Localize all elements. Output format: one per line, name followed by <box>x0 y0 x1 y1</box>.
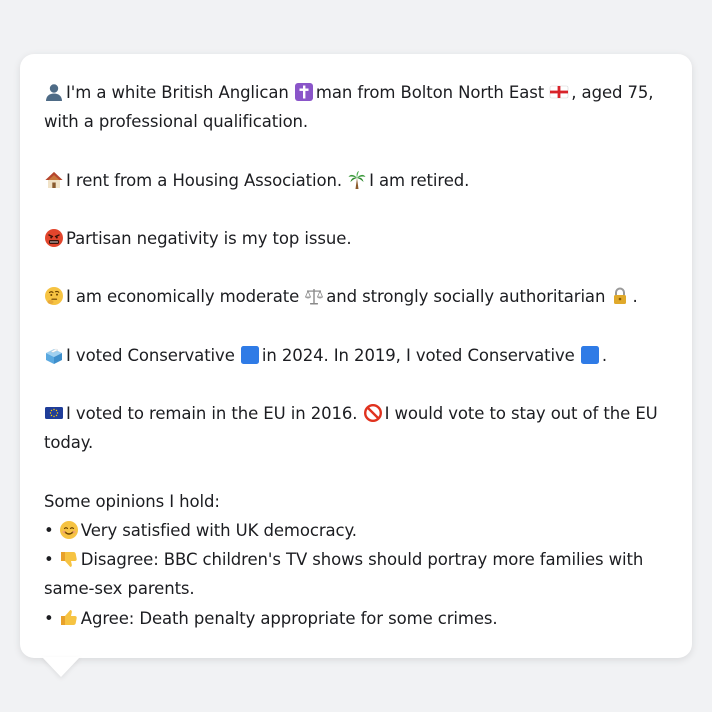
opinion-text-continued: same-sex parents. <box>44 579 195 599</box>
vote-end: . <box>601 345 608 365</box>
bust-silhouette-icon <box>44 82 64 102</box>
prohibited-icon <box>363 403 383 423</box>
opinion-text: Disagree: BBC children's TV shows should… <box>80 550 644 570</box>
bullet: • <box>44 608 54 628</box>
identity-text-before: I'm a white British Anglican <box>66 83 289 102</box>
thinking-face-icon <box>44 286 64 306</box>
eu-paragraph: I voted to remain in the EU in 2016. I w… <box>44 399 668 457</box>
opinions-heading: Some opinions I hold: <box>44 491 220 511</box>
opinion-text: Very satisfied with UK democracy. <box>80 520 357 540</box>
padlock-icon <box>610 286 630 306</box>
list-item: • Disagree: BBC children's TV shows shou… <box>44 545 668 603</box>
england-flag-icon <box>549 82 569 102</box>
housing-text2: I am retired. <box>369 170 470 190</box>
eu-line2: today. <box>44 433 94 453</box>
housing-paragraph: I rent from a Housing Association. I am … <box>44 166 668 195</box>
angry-face-icon <box>44 228 64 248</box>
profile-card: I'm a white British Anglican man from Bo… <box>20 54 692 658</box>
speech-bubble-tail <box>42 657 80 677</box>
thumbs-up-icon <box>59 608 79 628</box>
ballot-box-icon <box>44 345 64 365</box>
issue-text: Partisan negativity is my top issue. <box>66 228 352 248</box>
smiling-face-icon <box>59 520 79 540</box>
identity-text-mid: man from Bolton North East <box>315 83 545 102</box>
bullet: • <box>44 550 54 570</box>
blue-square-icon <box>240 345 260 365</box>
eu-text2: I would vote to stay out of the EU <box>384 404 658 424</box>
housing-text1: I rent from a Housing Association. <box>66 170 342 190</box>
ideology-paragraph: I am economically moderate and strongly … <box>44 282 668 311</box>
thumbs-down-icon <box>59 549 79 569</box>
vote-paragraph: I voted Conservative in 2024. In 2019, I… <box>44 341 668 370</box>
opinion-text: Agree: Death penalty appropriate for som… <box>80 608 498 628</box>
blue-square-icon <box>580 345 600 365</box>
latin-cross-icon <box>294 82 314 102</box>
vote-text2: in 2024. In 2019, I voted Conservative <box>261 345 575 365</box>
list-item: • Very satisfied with UK democracy. <box>44 516 668 545</box>
ideology-text1: I am economically moderate <box>66 287 300 307</box>
opinions-section: Some opinions I hold: • Very satisfied w… <box>44 487 668 633</box>
palm-tree-icon <box>347 170 367 190</box>
ideology-text2: and strongly socially authoritarian <box>326 287 606 307</box>
opinions-list: • Very satisfied with UK democracy. • Di… <box>44 516 668 633</box>
identity-paragraph: I'm a white British Anglican man from Bo… <box>44 78 668 136</box>
issue-paragraph: Partisan negativity is my top issue. <box>44 224 668 253</box>
ideology-end: . <box>632 287 638 307</box>
list-item: • Agree: Death penalty appropriate for s… <box>44 604 668 633</box>
identity-line2: with a professional qualification. <box>44 112 309 132</box>
house-icon <box>44 170 64 190</box>
balance-scale-icon <box>304 286 324 306</box>
eu-flag-icon <box>44 403 64 423</box>
vote-text1: I voted Conservative <box>66 345 235 365</box>
bullet: • <box>44 520 54 540</box>
eu-text1: I voted to remain in the EU in 2016. <box>66 404 358 424</box>
identity-text-after: , aged 75, <box>571 83 654 102</box>
